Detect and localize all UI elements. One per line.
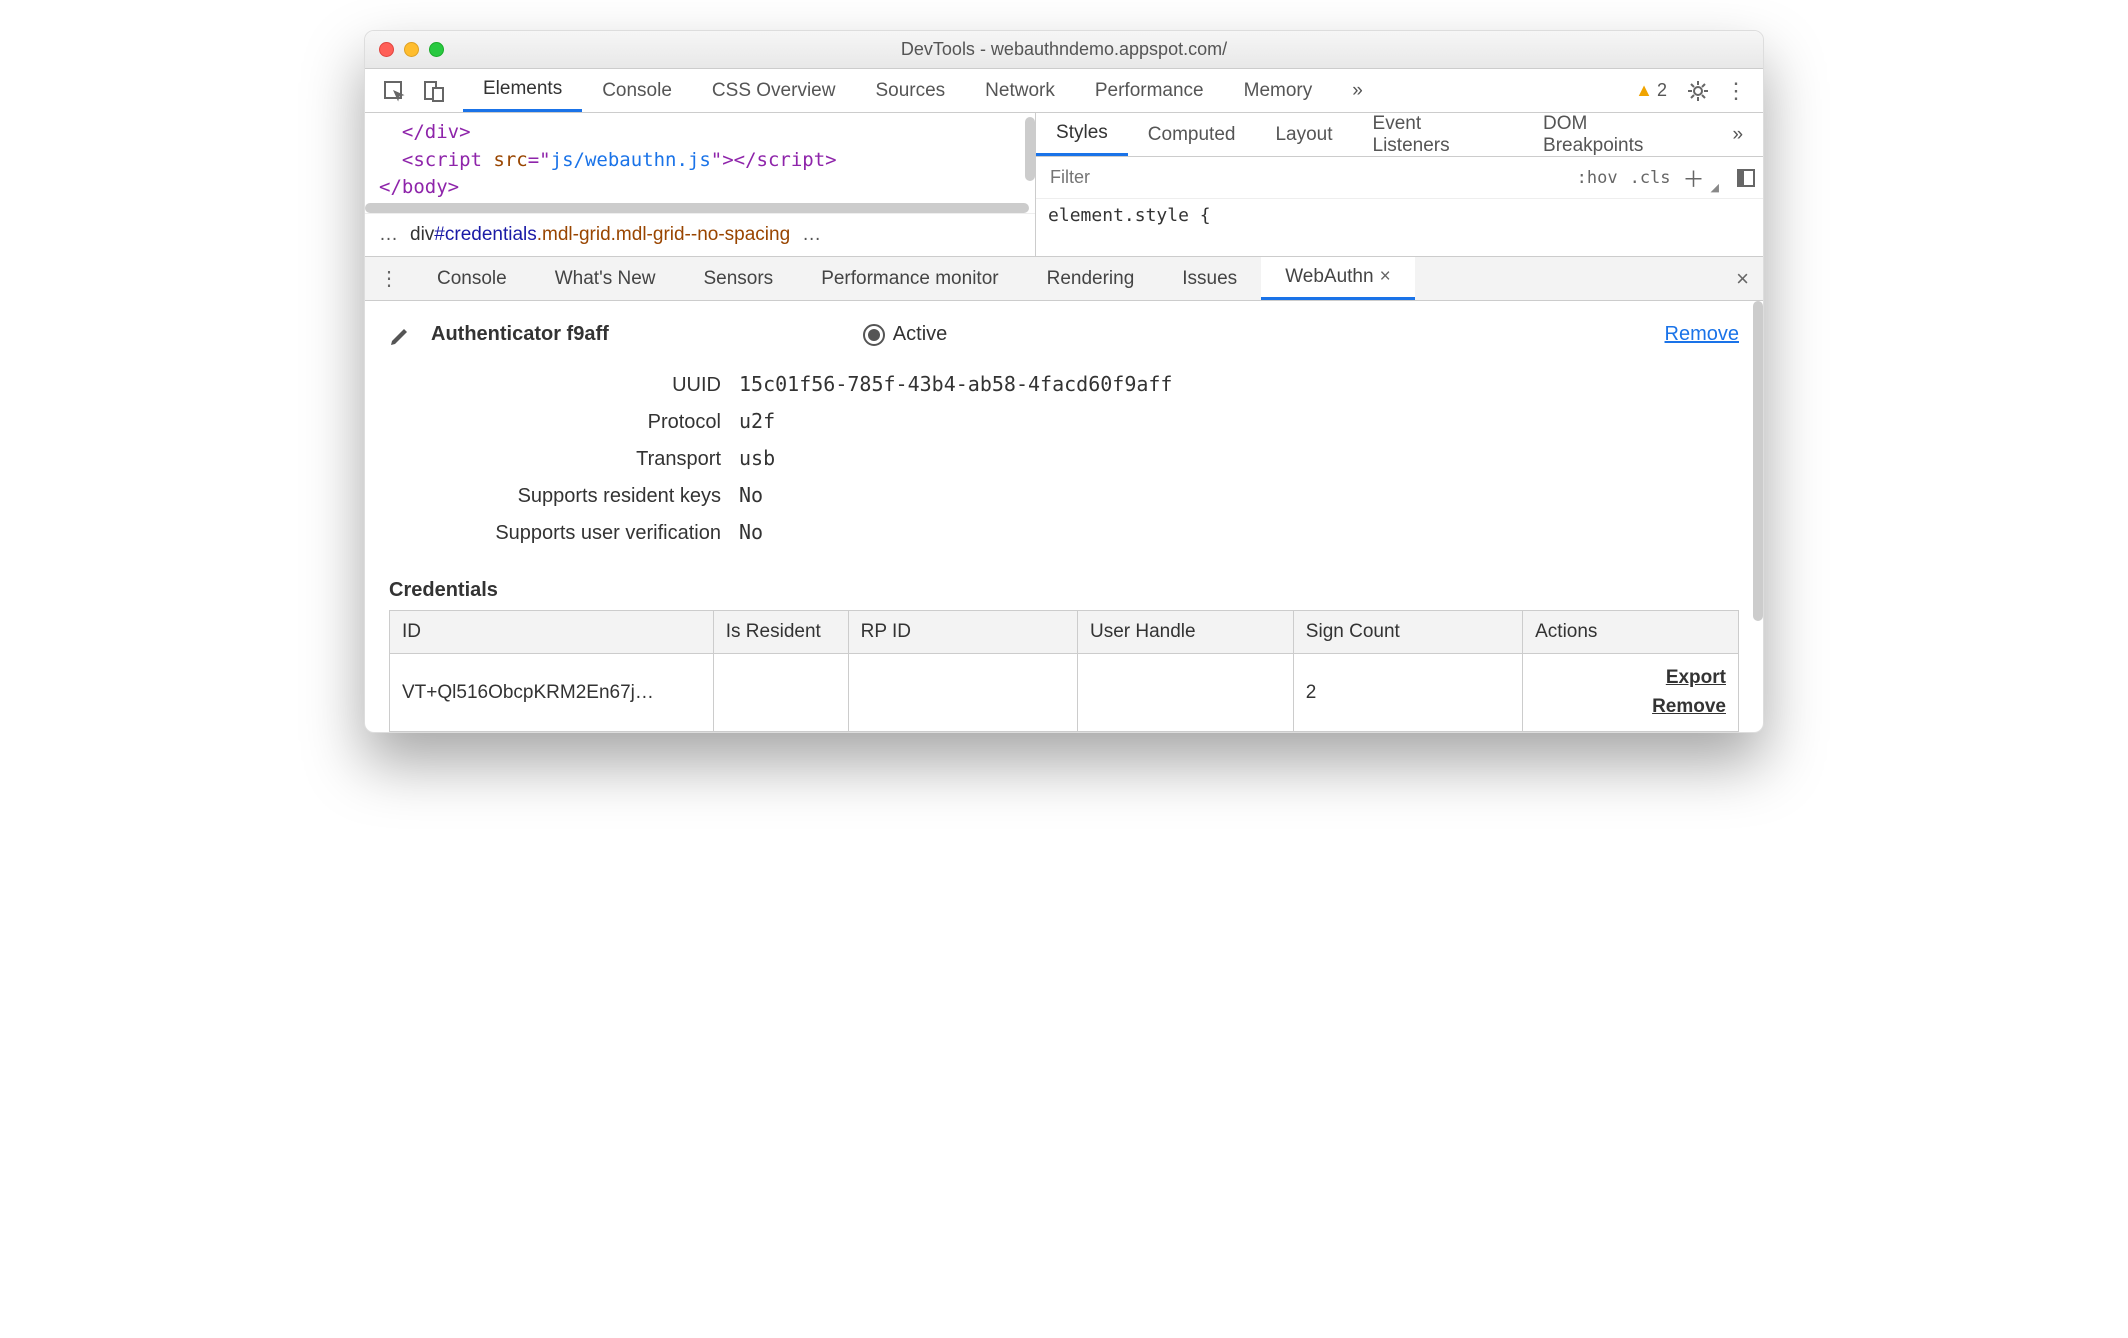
credentials-table: ID Is Resident RP ID User Handle Sign Co… bbox=[389, 610, 1739, 732]
prop-value-uuid: 15c01f56-785f-43b4-ab58-4facd60f9aff bbox=[739, 372, 1172, 396]
drawer-tab-rendering[interactable]: Rendering bbox=[1023, 257, 1159, 300]
cell-user-handle bbox=[1077, 654, 1293, 732]
prop-value-resident-keys: No bbox=[739, 483, 763, 507]
tab-css-overview[interactable]: CSS Overview bbox=[692, 69, 856, 112]
active-radio[interactable]: Active bbox=[863, 323, 947, 346]
active-label: Active bbox=[893, 323, 947, 346]
close-tab-icon[interactable]: × bbox=[1380, 266, 1391, 288]
table-header-row: ID Is Resident RP ID User Handle Sign Co… bbox=[390, 611, 1739, 654]
table-row: VT+Ql516ObcpKRM2En67j… 2 Export Remove bbox=[390, 654, 1739, 732]
authenticator-header: Authenticator f9aff Active Remove bbox=[389, 323, 1739, 346]
cell-id: VT+Ql516ObcpKRM2En67j… bbox=[390, 654, 714, 732]
panel-scrollbar[interactable] bbox=[1753, 301, 1763, 621]
credentials-title: Credentials bbox=[389, 579, 1739, 602]
title-bar: DevTools - webauthndemo.appspot.com/ bbox=[365, 31, 1763, 69]
elements-split: </div> <script src="js/webauthn.js"></​s… bbox=[365, 113, 1763, 257]
prop-label-uuid: UUID bbox=[389, 374, 739, 397]
radio-button-icon bbox=[863, 324, 885, 346]
inspect-element-icon[interactable] bbox=[383, 80, 405, 102]
styles-filter-input[interactable] bbox=[1044, 159, 1565, 196]
remove-authenticator-link[interactable]: Remove bbox=[1665, 323, 1739, 346]
tab-performance[interactable]: Performance bbox=[1075, 69, 1224, 112]
authenticator-title: Authenticator f9aff bbox=[431, 323, 609, 346]
warnings-badge[interactable]: ▲ 2 bbox=[1631, 80, 1671, 101]
cell-is-resident bbox=[713, 654, 848, 732]
cell-rp-id bbox=[848, 654, 1077, 732]
cell-actions: Export Remove bbox=[1523, 654, 1739, 732]
horizontal-scrollbar[interactable] bbox=[365, 203, 1029, 213]
styles-tabs-overflow-icon[interactable]: » bbox=[1712, 113, 1763, 156]
tab-elements[interactable]: Elements bbox=[463, 69, 582, 112]
prop-label-user-verification: Supports user verification bbox=[389, 522, 739, 545]
prop-value-user-verification: No bbox=[739, 520, 763, 544]
styles-pane: Styles Computed Layout Event Listeners D… bbox=[1036, 113, 1763, 256]
export-credential-link[interactable]: Export bbox=[1535, 664, 1726, 693]
drawer-tabs: ⋮ Console What's New Sensors Performance… bbox=[365, 257, 1763, 301]
prop-value-protocol: u2f bbox=[739, 409, 775, 433]
code-l3: </body> bbox=[379, 176, 459, 198]
authenticator-properties: UUID15c01f56-785f-43b4-ab58-4facd60f9aff… bbox=[389, 366, 1739, 551]
cls-toggle[interactable]: .cls bbox=[1630, 168, 1671, 188]
window-title: DevTools - webauthndemo.appspot.com/ bbox=[365, 39, 1763, 60]
tabs-overflow-icon[interactable]: » bbox=[1332, 69, 1383, 112]
devtools-window: DevTools - webauthndemo.appspot.com/ Ele… bbox=[364, 30, 1764, 733]
drawer-tab-sensors[interactable]: Sensors bbox=[679, 257, 797, 300]
drawer-tab-whats-new[interactable]: What's New bbox=[531, 257, 680, 300]
code-l1: </div> bbox=[402, 121, 471, 143]
styles-tab-event-listeners[interactable]: Event Listeners bbox=[1353, 113, 1524, 156]
new-style-rule-icon[interactable]: ＋ bbox=[1683, 162, 1705, 194]
breadcrumb[interactable]: … div#credentials.mdl-grid.mdl-grid--no-… bbox=[365, 213, 1035, 256]
cell-sign-count: 2 bbox=[1293, 654, 1522, 732]
drawer-tab-performance-monitor[interactable]: Performance monitor bbox=[797, 257, 1022, 300]
warnings-count: 2 bbox=[1657, 80, 1667, 101]
styles-tab-layout[interactable]: Layout bbox=[1255, 113, 1352, 156]
remove-credential-link[interactable]: Remove bbox=[1535, 693, 1726, 722]
th-actions: Actions bbox=[1523, 611, 1739, 654]
hov-toggle[interactable]: :hov bbox=[1577, 168, 1618, 188]
webauthn-panel: Authenticator f9aff Active Remove UUID15… bbox=[365, 301, 1763, 732]
drawer-kebab-icon[interactable]: ⋮ bbox=[365, 266, 413, 291]
prop-label-resident-keys: Supports resident keys bbox=[389, 485, 739, 508]
th-sign-count: Sign Count bbox=[1293, 611, 1522, 654]
th-id: ID bbox=[390, 611, 714, 654]
prop-label-protocol: Protocol bbox=[389, 411, 739, 434]
warning-icon: ▲ bbox=[1635, 80, 1653, 101]
tab-network[interactable]: Network bbox=[965, 69, 1075, 112]
element-style-block[interactable]: element.style { bbox=[1036, 199, 1763, 232]
kebab-menu-icon[interactable]: ⋮ bbox=[1725, 78, 1747, 104]
th-rp-id: RP ID bbox=[848, 611, 1077, 654]
th-is-resident: Is Resident bbox=[713, 611, 848, 654]
device-toggle-icon[interactable] bbox=[423, 80, 445, 102]
styles-tab-computed[interactable]: Computed bbox=[1128, 113, 1256, 156]
vertical-scrollbar[interactable] bbox=[1025, 117, 1035, 181]
prop-label-transport: Transport bbox=[389, 448, 739, 471]
main-toolbar: Elements Console CSS Overview Sources Ne… bbox=[365, 69, 1763, 113]
drawer-close-icon[interactable]: × bbox=[1736, 266, 1749, 292]
tab-memory[interactable]: Memory bbox=[1224, 69, 1333, 112]
styles-tab-styles[interactable]: Styles bbox=[1036, 113, 1128, 156]
prop-value-transport: usb bbox=[739, 446, 775, 470]
drawer-tab-issues[interactable]: Issues bbox=[1158, 257, 1261, 300]
gear-icon[interactable] bbox=[1687, 80, 1709, 102]
tab-sources[interactable]: Sources bbox=[855, 69, 965, 112]
drawer-tab-console[interactable]: Console bbox=[413, 257, 531, 300]
drawer-tab-webauthn[interactable]: WebAuthn × bbox=[1261, 257, 1415, 300]
dom-source[interactable]: </div> <script src="js/webauthn.js"></​s… bbox=[365, 113, 1035, 213]
pencil-icon[interactable] bbox=[389, 324, 411, 346]
styles-tab-dom-breakpoints[interactable]: DOM Breakpoints bbox=[1523, 113, 1712, 156]
tab-console[interactable]: Console bbox=[582, 69, 692, 112]
toggle-sidebar-icon[interactable] bbox=[1737, 169, 1755, 187]
th-user-handle: User Handle bbox=[1077, 611, 1293, 654]
